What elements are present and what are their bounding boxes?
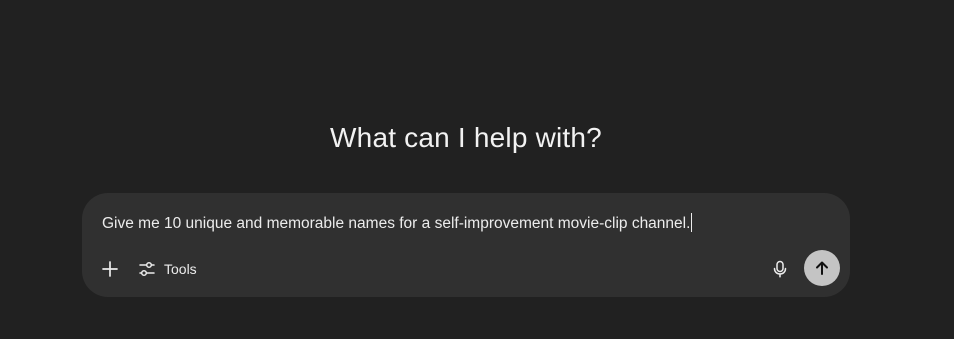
prompt-composer: Give me 10 unique and memorable names fo… <box>82 193 850 297</box>
tools-button[interactable]: Tools <box>134 251 201 287</box>
add-attachment-button[interactable] <box>96 251 124 287</box>
text-caret <box>691 213 693 232</box>
prompt-input-text: Give me 10 unique and memorable names fo… <box>102 215 691 232</box>
chat-page: What can I help with? Give me 10 unique … <box>0 0 954 339</box>
prompt-input[interactable]: Give me 10 unique and memorable names fo… <box>102 213 822 233</box>
microphone-icon <box>773 260 787 278</box>
send-button[interactable] <box>804 250 840 286</box>
composer-toolbar: Tools <box>82 250 850 288</box>
dictation-button[interactable] <box>768 251 792 287</box>
plus-icon <box>102 261 118 277</box>
arrow-up-icon <box>816 261 828 275</box>
tools-label: Tools <box>164 261 197 277</box>
sliders-icon <box>139 261 155 277</box>
page-title: What can I help with? <box>330 122 602 153</box>
